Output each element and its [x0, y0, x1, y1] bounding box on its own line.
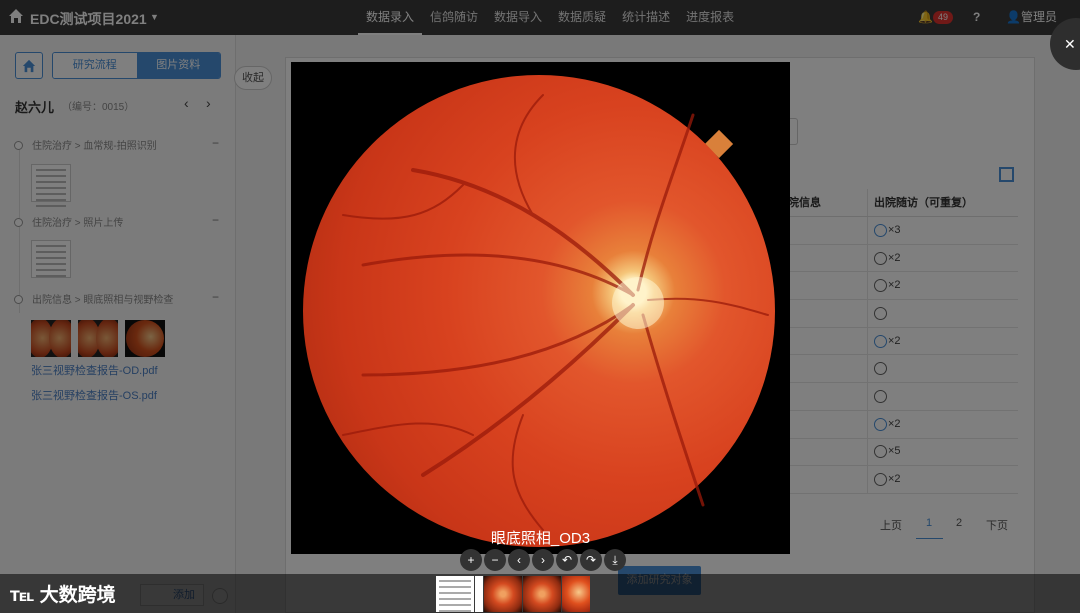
rotate-right-icon[interactable]: ↷	[580, 549, 602, 571]
strip-thumbnail[interactable]	[475, 576, 483, 612]
fundus-photo[interactable]	[303, 75, 775, 547]
viewer-toolbar: + − ‹ › ↶ ↷ ⤓	[460, 549, 626, 571]
close-icon: ✕	[1064, 36, 1076, 52]
strip-thumbnail[interactable]	[436, 576, 474, 612]
strip-thumbnail[interactable]	[484, 576, 522, 612]
zoom-in-icon[interactable]: +	[460, 549, 482, 571]
thumbnail-strip	[436, 576, 590, 612]
prev-icon[interactable]: ‹	[508, 549, 530, 571]
strip-thumbnail[interactable]	[523, 576, 561, 612]
brand-logo: ℡ 大数跨境	[10, 585, 116, 606]
retinal-vessels	[342, 94, 769, 531]
zoom-out-icon[interactable]: −	[484, 549, 506, 571]
image-caption: 眼底照相_OD3	[490, 530, 591, 547]
next-icon[interactable]: ›	[532, 549, 554, 571]
strip-thumbnail-active[interactable]	[562, 576, 590, 612]
brand-mark-icon: ℡	[10, 585, 35, 606]
rotate-left-icon[interactable]: ↶	[556, 549, 578, 571]
image-viewer: 眼底照相_OD3	[291, 62, 790, 554]
download-icon[interactable]: ⤓	[604, 549, 626, 571]
